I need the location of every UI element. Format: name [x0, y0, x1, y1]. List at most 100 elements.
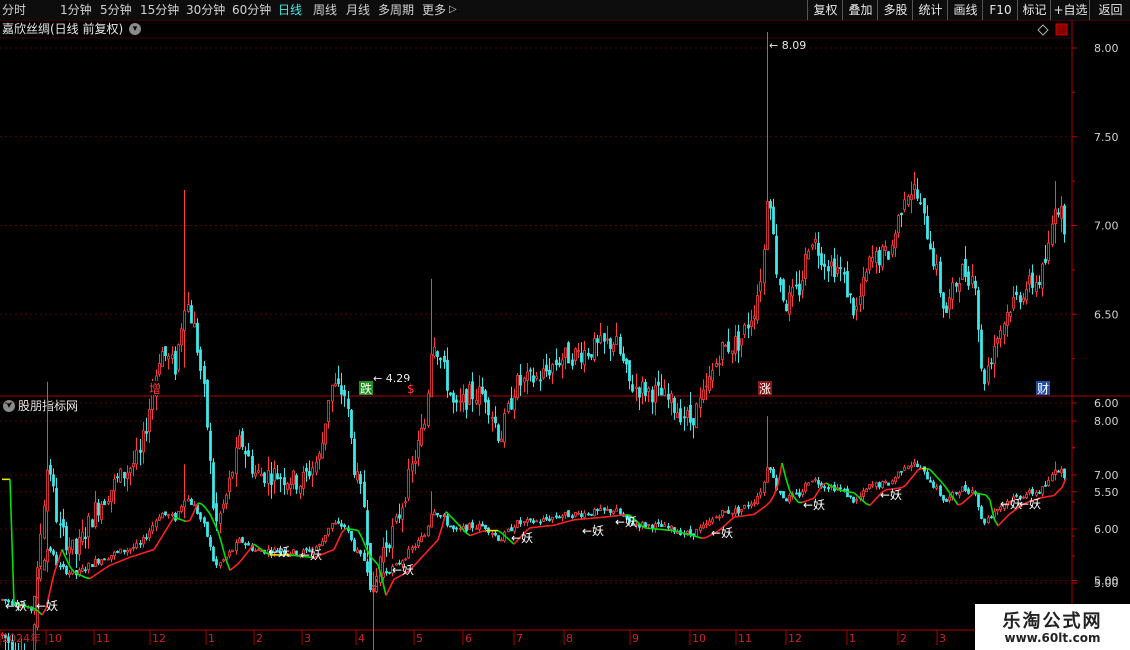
- candle-body: [884, 246, 887, 251]
- candle-body: [763, 249, 766, 284]
- indicator-trend-line: [109, 562, 115, 567]
- indicator-trend-line: [793, 496, 799, 503]
- candle-body: [43, 505, 46, 539]
- indicator-candle-body: [715, 516, 718, 519]
- indicator-axis-label-3: 5.00: [1094, 577, 1119, 590]
- indicator-candle-body: [190, 498, 193, 506]
- indicator-candle-body: [564, 511, 567, 516]
- candle-body: [836, 266, 839, 274]
- indicator-candle-body: [977, 494, 980, 507]
- indicator-candle-body: [219, 562, 222, 567]
- candle-body: [1063, 205, 1066, 235]
- indicator-trend-line: [697, 536, 703, 539]
- candle-body: [132, 463, 135, 468]
- candle-body: [734, 336, 737, 354]
- candle-body: [587, 352, 590, 357]
- indicator-trend-line: [953, 498, 959, 506]
- indicator-trend-line: [9, 479, 15, 604]
- candle-body: [286, 483, 289, 491]
- indicator-candle-body: [161, 512, 164, 519]
- indicator-trend-line: [905, 479, 911, 486]
- time-label-16: 1: [849, 632, 856, 645]
- candle-body: [273, 468, 276, 482]
- candle-body: [750, 320, 753, 327]
- indicator-trend-line: [433, 539, 439, 545]
- candle-body: [388, 544, 391, 549]
- candle-body: [715, 363, 718, 367]
- candle-body: [244, 450, 247, 455]
- time-label-14: 11: [738, 632, 752, 645]
- indicator-candle-body: [193, 504, 196, 507]
- candle-body: [628, 360, 631, 382]
- indicator-candle-body: [49, 547, 52, 552]
- indicator-candle-body: [948, 496, 951, 501]
- candle-body: [539, 379, 542, 382]
- indicator-trend-line: [161, 529, 167, 537]
- time-label-11: 8: [566, 632, 573, 645]
- indicator-candle-body: [855, 499, 858, 502]
- indicator-candle-body: [798, 492, 801, 497]
- indicator-candle-body: [916, 463, 919, 468]
- candle-body: [417, 439, 420, 459]
- time-label-2: 11: [96, 632, 110, 645]
- candle-body: [545, 364, 548, 372]
- indicator-trend-line: [393, 576, 399, 580]
- candle-body: [955, 283, 958, 287]
- indicator-candle-body: [612, 510, 615, 514]
- candle-body: [916, 189, 919, 199]
- candle-body: [359, 473, 362, 485]
- indicator-trend-line: [705, 534, 711, 539]
- candle-body: [615, 335, 618, 345]
- indicator-candle-body: [577, 512, 580, 515]
- indicator-candle-body: [580, 513, 583, 517]
- indicator-candle-body: [180, 506, 183, 512]
- candle-body: [651, 389, 654, 403]
- candle-body: [663, 388, 666, 396]
- indicator-candle-body: [126, 549, 129, 553]
- indicator-candle-body: [644, 522, 647, 528]
- candle-body: [193, 323, 196, 328]
- candle-body: [260, 473, 263, 477]
- indicator-candle-body: [1063, 468, 1066, 478]
- candle-body: [513, 396, 516, 411]
- indicator-candle-body: [711, 518, 714, 523]
- indicator-candle-body: [903, 466, 906, 471]
- indicator-candle-body: [423, 535, 426, 538]
- candle-body: [353, 438, 356, 476]
- indicator-candle-body: [382, 572, 385, 578]
- time-label-4: 1: [208, 632, 215, 645]
- indicator-candle-body: [699, 527, 702, 531]
- candle-body: [708, 376, 711, 391]
- candle-body: [577, 350, 580, 353]
- indicator-candle-body: [967, 488, 970, 494]
- signal-label-3: ←妖: [300, 548, 322, 562]
- candle-body: [494, 416, 497, 424]
- candle-body: [500, 438, 503, 443]
- indicator-candle-body: [747, 504, 750, 507]
- indicator-candle-body: [1035, 491, 1038, 496]
- kline-chart-area[interactable]: 8.007.507.006.506.005.505.004.508.007.00…: [0, 0, 1130, 650]
- indicator-candle-body: [891, 480, 894, 485]
- time-label-12: 9: [632, 632, 639, 645]
- candle-body: [46, 469, 49, 512]
- candle-body: [65, 526, 68, 551]
- indicator-trend-line: [853, 492, 859, 498]
- candle-body: [423, 423, 426, 429]
- indicator-candle-body: [526, 519, 529, 523]
- indicator-candle-body: [875, 482, 878, 487]
- candle-body: [135, 449, 138, 465]
- indicator-trend-line: [165, 523, 171, 531]
- indicator-candle-body: [411, 547, 414, 551]
- candle-body: [843, 272, 846, 275]
- indicator-candle-body: [782, 491, 785, 499]
- indicator-trend-line: [1005, 513, 1011, 519]
- indicator-trend-line: [769, 494, 775, 503]
- candle-body: [798, 283, 801, 296]
- indicator-trend-line: [181, 519, 187, 523]
- indicator-candle-body: [849, 495, 852, 498]
- indicator-candle-body: [119, 548, 122, 554]
- candle-body: [203, 365, 206, 384]
- indicator-trend-line: [29, 606, 35, 610]
- indicator-candle-body: [558, 516, 561, 519]
- candle-body: [759, 281, 762, 292]
